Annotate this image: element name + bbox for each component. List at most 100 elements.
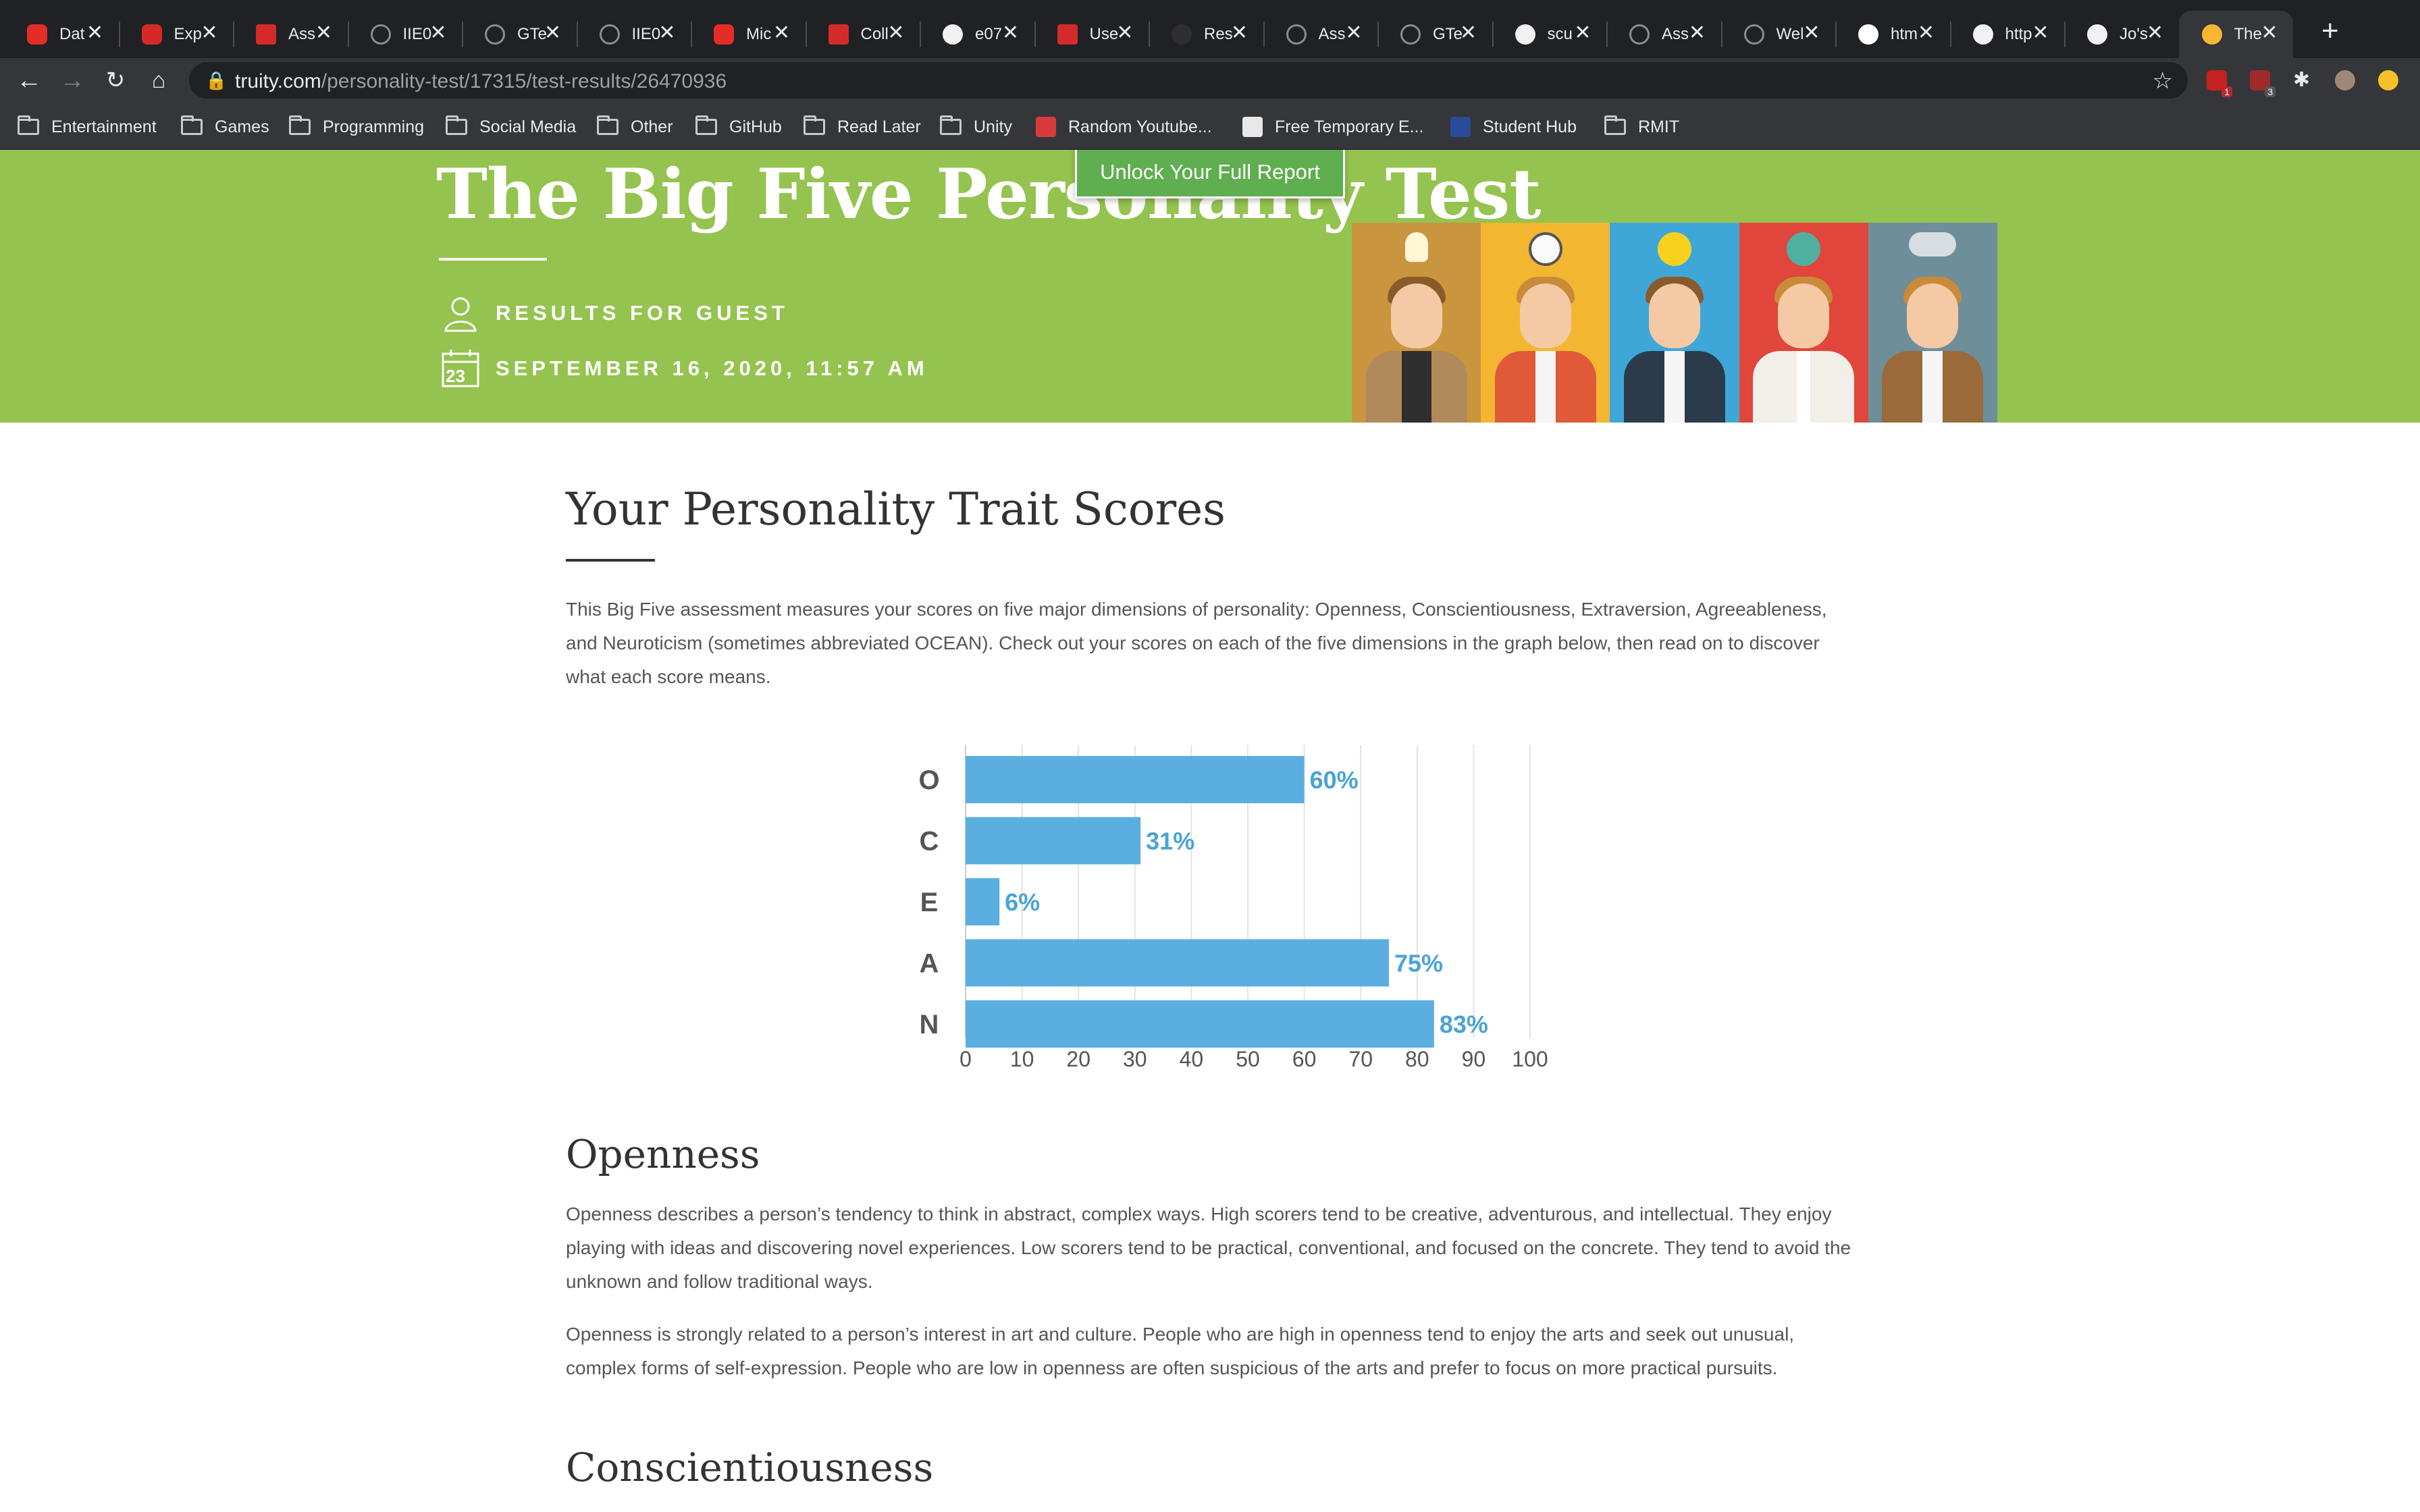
- bookmark-label: Social Media: [479, 117, 577, 136]
- close-tab-icon[interactable]: ✕: [1918, 23, 1935, 43]
- x-tick-label: 10: [1010, 1047, 1034, 1071]
- close-tab-icon[interactable]: ✕: [2032, 23, 2049, 43]
- reload-icon[interactable]: ↻: [99, 63, 132, 97]
- close-tab-icon[interactable]: ✕: [1231, 23, 1248, 43]
- browser-tab[interactable]: Jo's ✕: [2064, 11, 2178, 58]
- bookmark-star-icon[interactable]: ☆: [2153, 68, 2173, 94]
- globe-icon: [1400, 24, 1421, 45]
- value-label: 6%: [1005, 888, 1040, 916]
- browser-tab[interactable]: Mic ✕: [691, 11, 805, 58]
- bookmark-item[interactable]: Student Hub: [1450, 116, 1577, 138]
- browser-tab[interactable]: IIE0 ✕: [347, 11, 462, 58]
- openness-heading: Openness: [566, 1131, 760, 1177]
- browser-tab[interactable]: Ass ✕: [233, 11, 347, 58]
- lock-icon: 🔒: [205, 70, 228, 90]
- chart-bar: [966, 1000, 1434, 1048]
- browser-tab[interactable]: GTe ✕: [462, 11, 576, 58]
- close-tab-icon[interactable]: ✕: [658, 23, 675, 43]
- x-tick-label: 50: [1236, 1047, 1260, 1071]
- folder-icon: [940, 115, 962, 135]
- app-icon: [1057, 24, 1078, 45]
- bookmark-item[interactable]: Read Later: [804, 115, 921, 138]
- close-tab-icon[interactable]: ✕: [887, 23, 904, 43]
- lightbulb-icon: [1404, 232, 1428, 262]
- ublock-extension-icon[interactable]: 3: [2250, 70, 2276, 97]
- github-icon: [1515, 24, 1535, 45]
- browser-tab[interactable]: Wel ✕: [1720, 11, 1835, 58]
- browser-tab[interactable]: Dat ✕: [4, 11, 118, 58]
- bookmark-item[interactable]: Games: [181, 115, 269, 138]
- extensions-puzzle-icon[interactable]: ✱: [2293, 70, 2313, 90]
- github-icon: [943, 24, 963, 45]
- address-bar[interactable]: 🔒 truity.com/personality-test/17315/test…: [189, 62, 2188, 99]
- browser-tab[interactable]: The ✕: [2178, 11, 2293, 58]
- browser-tab[interactable]: Coll ✕: [805, 11, 920, 58]
- close-tab-icon[interactable]: ✕: [544, 23, 561, 43]
- menu-update-icon[interactable]: [2378, 70, 2398, 90]
- bookmark-item[interactable]: RMIT: [1604, 115, 1680, 138]
- bookmark-item[interactable]: Free Temporary E...: [1242, 116, 1423, 138]
- youtube-icon: [714, 24, 734, 45]
- close-tab-icon[interactable]: ✕: [1574, 23, 1591, 43]
- globe-icon: [370, 24, 391, 45]
- browser-tab[interactable]: GTe ✕: [1377, 11, 1492, 58]
- close-tab-icon[interactable]: ✕: [1002, 23, 1019, 43]
- browser-tab[interactable]: IIE0 ✕: [576, 11, 691, 58]
- browser-tab[interactable]: Exp ✕: [118, 11, 233, 58]
- close-tab-icon[interactable]: ✕: [2147, 23, 2163, 43]
- value-label: 83%: [1440, 1010, 1488, 1038]
- close-tab-icon[interactable]: ✕: [773, 23, 790, 43]
- folder-icon: [695, 115, 717, 135]
- bookmark-label: Entertainment: [51, 117, 157, 136]
- bookmark-item[interactable]: Social Media: [446, 115, 577, 138]
- youtube-icon: [27, 24, 47, 45]
- browser-tab[interactable]: scu ✕: [1492, 11, 1606, 58]
- bookmark-item[interactable]: GitHub: [695, 115, 782, 138]
- x-tick-label: 80: [1405, 1047, 1429, 1071]
- browser-tab[interactable]: htm ✕: [1835, 11, 1949, 58]
- gmail-extension-icon[interactable]: 1: [2207, 70, 2232, 97]
- category-label: A: [920, 949, 939, 979]
- bookmark-label: Programming: [323, 117, 425, 136]
- close-tab-icon[interactable]: ✕: [1460, 23, 1477, 43]
- close-tab-icon[interactable]: ✕: [315, 23, 332, 43]
- close-tab-icon[interactable]: ✕: [429, 23, 446, 43]
- back-arrow-icon[interactable]: ←: [12, 63, 46, 97]
- bookmark-label: Random Youtube...: [1068, 117, 1212, 136]
- bookmark-item[interactable]: Entertainment: [18, 115, 157, 138]
- google-icon: [1858, 24, 1878, 45]
- browser-tab[interactable]: Use ✕: [1034, 11, 1149, 58]
- folder-icon: [289, 115, 311, 135]
- section-heading-trait-scores: Your Personality Trait Scores: [566, 483, 1226, 535]
- bookmark-item[interactable]: Other: [597, 115, 673, 138]
- browser-tab[interactable]: Ass ✕: [1606, 11, 1720, 58]
- close-tab-icon[interactable]: ✕: [86, 23, 103, 43]
- ocean-score-chart-svg: O 60% C 31% E 6% A 75% N 83% 0 10 20 30 40 50 60 70 80 90 10…: [918, 745, 1548, 1071]
- home-icon[interactable]: ⌂: [142, 63, 176, 97]
- bookmark-item[interactable]: Programming: [289, 115, 425, 138]
- web-page: The Big Five Personality Test RESULTS FO…: [0, 150, 2420, 1512]
- close-tab-icon[interactable]: ✕: [1803, 23, 1820, 43]
- browser-tab[interactable]: Ass ✕: [1263, 11, 1377, 58]
- profile-avatar[interactable]: [2335, 70, 2355, 90]
- x-tick-label: 60: [1292, 1047, 1317, 1071]
- bookmark-label: RMIT: [1638, 117, 1680, 136]
- url-text: truity.com/personality-test/17315/test-r…: [235, 70, 727, 92]
- browser-tab[interactable]: http ✕: [1949, 11, 2064, 58]
- value-label: 75%: [1394, 950, 1443, 977]
- x-tick-label: 90: [1462, 1047, 1486, 1071]
- close-tab-icon[interactable]: ✕: [1689, 23, 1706, 43]
- close-tab-icon[interactable]: ✕: [1116, 23, 1133, 43]
- portrait-conscientiousness: [1481, 223, 1610, 423]
- browser-tab[interactable]: e07 ✕: [920, 11, 1034, 58]
- close-tab-icon[interactable]: ✕: [1345, 23, 1362, 43]
- close-tab-icon[interactable]: ✕: [2261, 23, 2278, 43]
- unlock-full-report-button[interactable]: Unlock Your Full Report: [1075, 150, 1345, 198]
- new-tab-button[interactable]: +: [2321, 16, 2339, 46]
- bookmark-item[interactable]: Unity: [940, 115, 1012, 138]
- close-tab-icon[interactable]: ✕: [201, 23, 217, 43]
- category-label: O: [918, 765, 939, 795]
- bookmark-item[interactable]: Random Youtube...: [1036, 116, 1212, 138]
- forward-arrow-icon[interactable]: →: [55, 63, 89, 97]
- browser-tab[interactable]: Res ✕: [1149, 11, 1263, 58]
